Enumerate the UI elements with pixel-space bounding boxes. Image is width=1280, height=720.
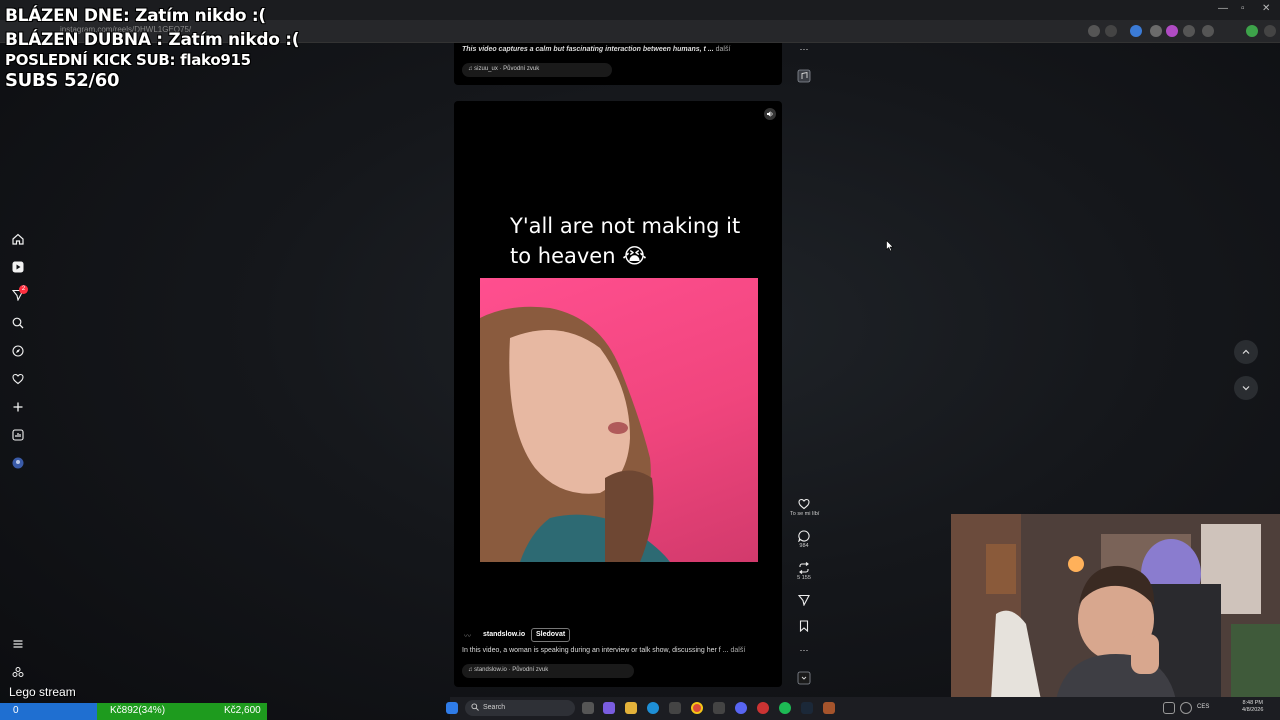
comment-count: 984 — [799, 543, 809, 549]
volume-icon[interactable] — [1180, 702, 1192, 714]
more-options-icon[interactable]: ··· — [790, 645, 818, 655]
mute-icon[interactable] — [764, 108, 776, 120]
like-label: To se mi líbí — [790, 511, 820, 517]
like-button[interactable]: To se mi líbí — [790, 498, 820, 517]
repost-count: 5 155 — [797, 575, 811, 581]
screen: — ▫ ✕ instagram.com/reels/DHWL1GEO75/ BL… — [0, 0, 1280, 720]
search-placeholder: Search — [483, 704, 506, 711]
repost-button[interactable]: 5 155 — [790, 562, 818, 581]
task-view-icon[interactable] — [582, 702, 594, 714]
share-icon[interactable] — [790, 594, 818, 606]
comment-button[interactable]: 984 — [790, 530, 818, 549]
puzzle-icon[interactable] — [1202, 25, 1214, 37]
explore-icon[interactable] — [11, 344, 25, 358]
search-icon[interactable] — [11, 316, 25, 330]
reel-video-frame — [480, 278, 758, 562]
audio-pill[interactable]: ♫ standslow.io · Původní zvuk — [462, 664, 634, 678]
donation-goal-bar: 0 Kč892(34%) Kč2,600 — [0, 703, 450, 720]
start-icon[interactable] — [446, 702, 458, 714]
steam-icon[interactable] — [801, 702, 813, 714]
clock-date: 4/8/2026 — [1242, 707, 1264, 713]
messages-icon[interactable]: 2 — [11, 285, 28, 302]
previous-reel-button[interactable] — [1234, 340, 1258, 364]
avatar[interactable]: 〰 — [464, 631, 471, 641]
cast-icon[interactable] — [1088, 25, 1100, 37]
mouse-cursor-icon — [886, 240, 894, 252]
threads-icon[interactable] — [11, 665, 25, 679]
app-icon[interactable] — [713, 702, 725, 714]
chrome-icon[interactable] — [691, 702, 703, 714]
extension-icon[interactable] — [1166, 25, 1178, 37]
dashboard-icon[interactable] — [11, 428, 25, 442]
profile-avatar-icon[interactable] — [1246, 25, 1258, 37]
reels-icon[interactable] — [11, 260, 25, 274]
extension-icon[interactable] — [1150, 25, 1162, 37]
app-icon[interactable] — [757, 702, 769, 714]
goal-bar-start: 0 — [0, 703, 97, 720]
spotify-icon[interactable] — [779, 702, 791, 714]
extension-icon[interactable] — [1130, 25, 1142, 37]
stream-label: Lego stream — [9, 685, 76, 699]
audio-thumbnail-icon[interactable] — [790, 671, 818, 685]
star-icon[interactable] — [1105, 25, 1117, 37]
overlay-blazen-dubna: BLÁZEN DUBNA : Zatím nikdo :( — [5, 30, 300, 50]
audio-label: sizuu_ux · Původní zvuk — [474, 66, 540, 72]
reel-caption: This video captures a calm but fascinati… — [462, 46, 731, 53]
edge-icon[interactable] — [647, 702, 659, 714]
file-explorer-icon[interactable] — [625, 702, 637, 714]
store-icon[interactable] — [669, 702, 681, 714]
extension-icon[interactable] — [1183, 25, 1195, 37]
goal-bar-target: Kč2,600 — [224, 705, 261, 716]
overlay-blazen-dne: BLÁZEN DNE: Zatím nikdo :( — [5, 6, 266, 26]
overlay-last-sub: POSLEDNÍ KICK SUB: flako915 — [5, 51, 251, 69]
follow-button[interactable]: Sledovat — [531, 628, 571, 642]
webcam-feed — [951, 514, 1280, 700]
more-link[interactable]: další — [730, 647, 745, 654]
audio-pill[interactable]: ♫ sizuu_ux · Původní zvuk — [462, 63, 612, 77]
language-indicator[interactable]: CES — [1197, 704, 1209, 710]
clock-time: 8:48 PM — [1242, 700, 1263, 706]
reel-card[interactable]: Y'all are not making it to heaven 😭 〰 st… — [454, 101, 782, 687]
more-menu-icon[interactable] — [11, 637, 25, 651]
clock[interactable]: 8:48 PM 4/8/2026 — [1242, 700, 1263, 714]
menu-dots-icon[interactable] — [1264, 25, 1276, 37]
home-icon[interactable] — [11, 232, 25, 246]
audio-thumbnail-icon[interactable] — [790, 69, 818, 83]
taskbar-search[interactable]: Search — [465, 700, 575, 716]
close-icon[interactable]: ✕ — [1262, 3, 1270, 14]
create-icon[interactable] — [11, 400, 25, 414]
more-options-icon[interactable]: ··· — [790, 44, 818, 54]
copilot-icon[interactable] — [603, 702, 615, 714]
next-reel-button[interactable] — [1234, 376, 1258, 400]
more-link[interactable]: další — [716, 46, 731, 53]
audio-label: standslow.io · Původní zvuk — [474, 667, 549, 673]
app-icon[interactable] — [823, 702, 835, 714]
reel-username[interactable]: standslow.io — [483, 631, 525, 638]
reel-caption: In this video, a woman is speaking durin… — [462, 647, 746, 654]
network-icon[interactable] — [1163, 702, 1175, 714]
profile-icon[interactable] — [11, 456, 25, 470]
discord-icon[interactable] — [735, 702, 747, 714]
heart-icon[interactable] — [11, 372, 25, 386]
overlay-subs-count: SUBS 52/60 — [5, 70, 120, 91]
previous-reel-card: This video captures a calm but fascinati… — [454, 43, 782, 85]
meme-text: Y'all are not making it to heaven 😭 — [510, 214, 741, 268]
maximize-icon[interactable]: ▫ — [1241, 3, 1245, 14]
save-icon[interactable] — [790, 620, 818, 632]
search-icon — [471, 703, 479, 713]
notification-badge: 2 — [19, 285, 28, 294]
minimize-icon[interactable]: — — [1218, 3, 1228, 14]
